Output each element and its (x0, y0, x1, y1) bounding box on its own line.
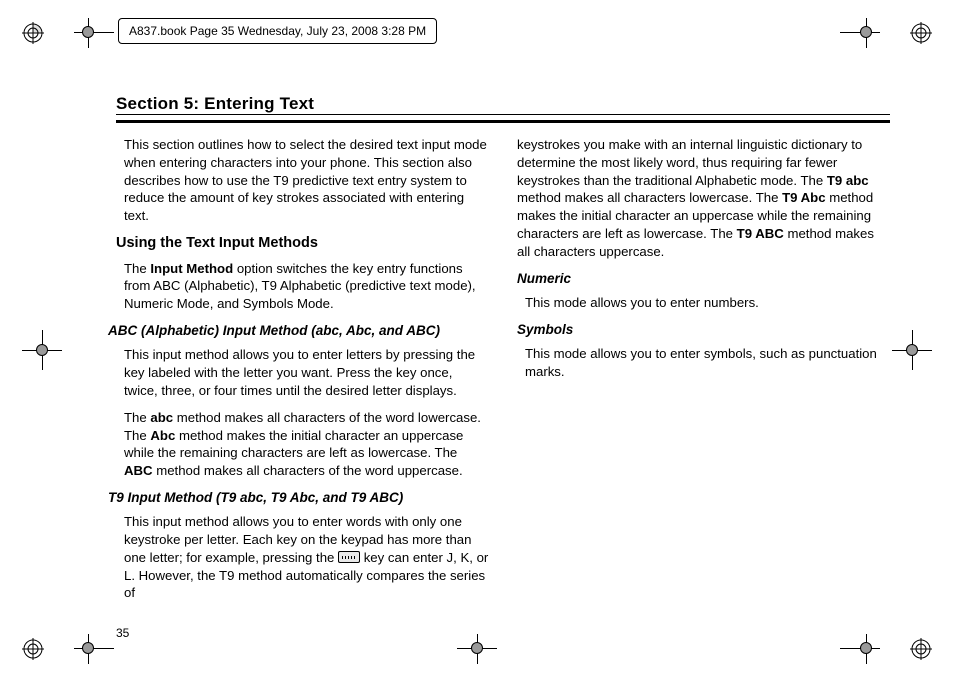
crop-mark-icon (22, 330, 62, 370)
heading-symbols: Symbols (517, 321, 890, 339)
page-number: 35 (116, 626, 129, 640)
abc-paragraph-2: The abc method makes all characters of t… (124, 409, 489, 480)
registration-mark-icon (22, 638, 44, 660)
heading-using-methods: Using the Text Input Methods (116, 234, 489, 254)
intro-paragraph: This section outlines how to select the … (124, 136, 489, 225)
symbols-paragraph: This mode allows you to enter symbols, s… (525, 345, 890, 381)
section-title: Section 5: Entering Text (116, 94, 314, 114)
rule-thick (116, 120, 890, 123)
rule-thin (116, 114, 890, 115)
t9-paragraph-1: This input method allows you to enter wo… (124, 513, 489, 602)
column-left: This section outlines how to select the … (116, 136, 489, 622)
crop-mark-icon (892, 330, 932, 370)
crop-mark-icon (457, 634, 497, 664)
registration-mark-icon (22, 22, 44, 44)
column-right: keystrokes you make with an internal lin… (517, 136, 890, 622)
numeric-paragraph: This mode allows you to enter numbers. (525, 294, 890, 312)
methods-paragraph: The Input Method option switches the key… (124, 260, 489, 313)
page-tag-wrap: A837.book Page 35 Wednesday, July 23, 20… (74, 18, 880, 48)
body-columns: This section outlines how to select the … (116, 136, 890, 622)
crop-mark-icon (840, 634, 880, 664)
crop-mark-icon (74, 634, 114, 664)
heading-t9-method: T9 Input Method (T9 abc, T9 Abc, and T9 … (108, 489, 489, 507)
t9-continuation: keystrokes you make with an internal lin… (517, 136, 890, 261)
page-tag: A837.book Page 35 Wednesday, July 23, 20… (118, 18, 437, 44)
heading-abc-method: ABC (Alphabetic) Input Method (abc, Abc,… (108, 322, 489, 340)
abc-paragraph-1: This input method allows you to enter le… (124, 346, 489, 399)
heading-numeric: Numeric (517, 270, 890, 288)
registration-mark-icon (910, 638, 932, 660)
keypad-key-icon (338, 551, 360, 563)
registration-mark-icon (910, 22, 932, 44)
